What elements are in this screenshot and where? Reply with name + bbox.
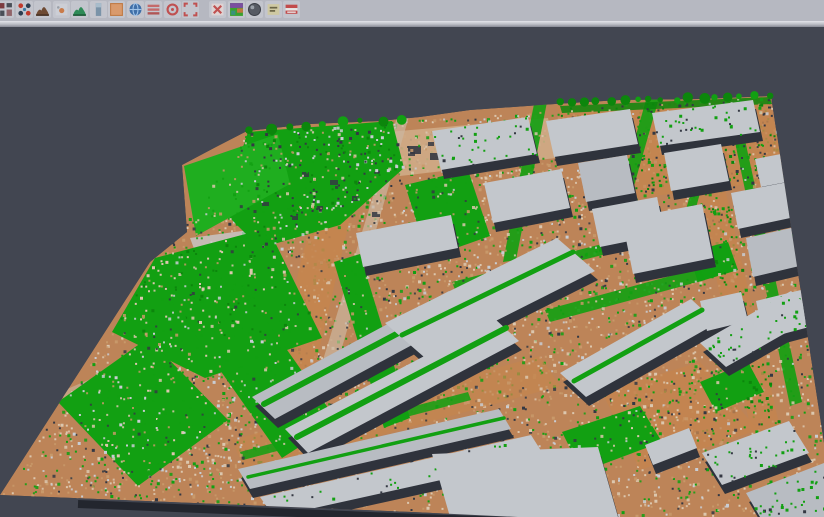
notes-tag-icon[interactable] bbox=[265, 1, 282, 18]
dem-brown-icon[interactable] bbox=[34, 1, 51, 18]
3d-viewport[interactable] bbox=[0, 0, 824, 517]
delete-selection-icon[interactable] bbox=[209, 1, 226, 18]
toolbar bbox=[0, 0, 824, 21]
toolbar-edge-divider bbox=[0, 21, 824, 27]
attribute-table-icon[interactable] bbox=[145, 1, 162, 18]
sphere-view-icon[interactable] bbox=[246, 1, 263, 18]
flag-stripes-icon[interactable] bbox=[283, 1, 300, 18]
orthoimage-icon[interactable] bbox=[108, 1, 125, 18]
scatter-points-icon[interactable] bbox=[16, 1, 33, 18]
edit-mosaic-icon[interactable] bbox=[0, 1, 14, 18]
globe-icon[interactable] bbox=[127, 1, 144, 18]
profile-column-icon[interactable] bbox=[90, 1, 107, 18]
extent-brackets-icon[interactable] bbox=[182, 1, 199, 18]
dem-green-icon[interactable] bbox=[71, 1, 88, 18]
contour-point-icon[interactable] bbox=[53, 1, 70, 18]
target-icon[interactable] bbox=[164, 1, 181, 18]
classification-colors-icon[interactable] bbox=[228, 1, 245, 18]
building-roof bbox=[432, 447, 618, 517]
